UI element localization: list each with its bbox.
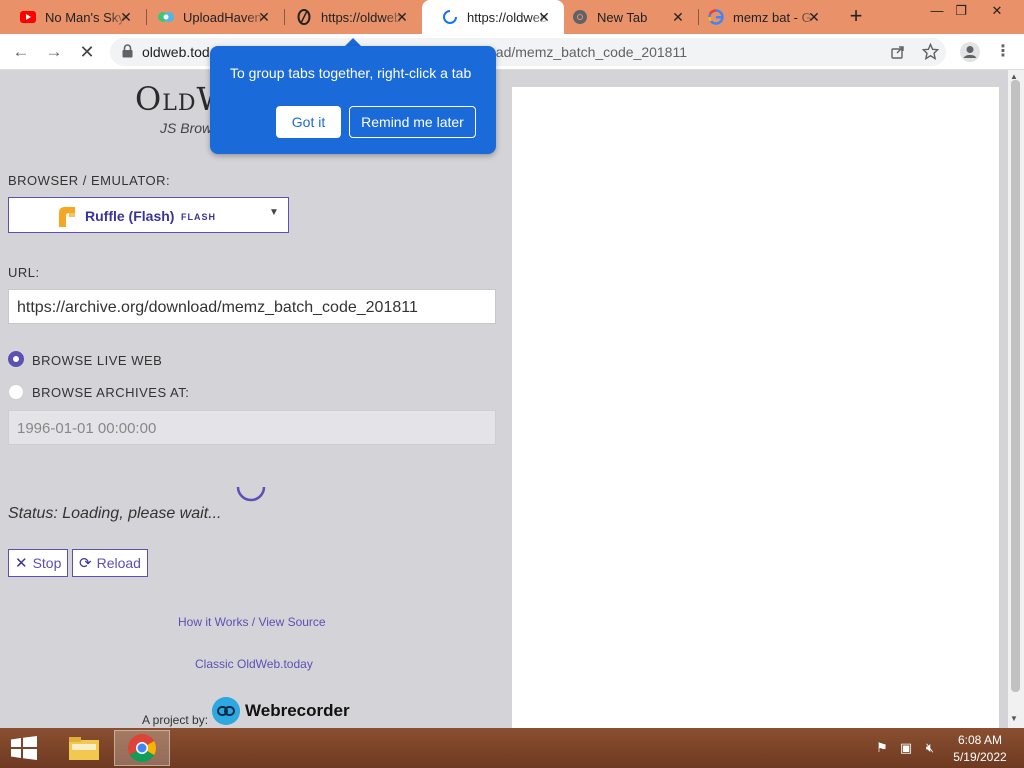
tab-oldweb-active[interactable]: https://oldweb ✕	[422, 0, 564, 34]
google-icon	[708, 9, 724, 25]
radio-archives-label: Browse archives at:	[32, 385, 190, 400]
archive-date-input[interactable]: 1996-01-01 00:00:00	[8, 410, 496, 445]
tab-new-tab[interactable]: New Tab ✕	[552, 0, 698, 34]
emulator-select[interactable]: Ruffle (Flash) FLASH ▼	[8, 197, 289, 233]
profile-avatar-icon[interactable]	[959, 41, 981, 63]
new-tab-button[interactable]: +	[844, 5, 868, 29]
tab-google-memz[interactable]: memz bat - G ✕	[688, 0, 834, 34]
ruffle-icon	[59, 207, 75, 227]
reload-label: Reload	[96, 555, 141, 571]
close-icon[interactable]: ✕	[806, 9, 822, 25]
scroll-down-arrow-icon[interactable]: ▼	[1010, 714, 1018, 723]
reload-icon: ⟳	[79, 555, 92, 572]
close-icon[interactable]: ✕	[670, 9, 686, 25]
classic-oldweb-link[interactable]: Classic OldWeb.today	[195, 657, 313, 671]
remind-later-button[interactable]: Remind me later	[349, 106, 476, 138]
tab-strip: No Man's Sky ✕ UploadHaven ✕ https://old…	[0, 0, 1024, 34]
menu-kebab-icon[interactable]: ⋮	[992, 41, 1014, 63]
url-input[interactable]: https://archive.org/download/memz_batch_…	[8, 289, 496, 324]
popup-text: To group tabs together, right-click a ta…	[230, 65, 472, 81]
network-icon[interactable]: ▣	[898, 740, 914, 756]
bookmark-star-icon[interactable]	[922, 43, 939, 60]
web-page: OldW JS Brow Browser / Emulator: Ruffle …	[0, 70, 1024, 728]
forward-arrow-icon[interactable]: →	[43, 41, 65, 63]
status-text: Status: Loading, please wait...	[8, 505, 222, 522]
emulator-viewport[interactable]	[512, 87, 999, 728]
url-text-end: oad/memz_batch_code_201811	[488, 44, 688, 60]
reload-button[interactable]: ⟳ Reload	[72, 549, 148, 577]
browser-emulator-label: Browser / Emulator:	[8, 173, 171, 188]
youtube-icon	[20, 9, 36, 25]
loading-spinner-icon	[442, 9, 458, 25]
oldweb-icon	[296, 9, 312, 25]
close-icon[interactable]: ✕	[394, 9, 410, 25]
project-by-label: A project by:	[142, 713, 209, 727]
flag-notification-icon[interactable]: ⚑	[874, 740, 890, 756]
got-it-button[interactable]: Got it	[276, 106, 341, 138]
webrecorder-logo-icon[interactable]	[212, 697, 240, 725]
tab-title: memz bat - G	[733, 9, 812, 25]
chrome-icon	[128, 734, 156, 762]
taskbar-file-explorer[interactable]	[56, 730, 112, 766]
browser-toolbar: ← → ✕ oldweb.tod oad/memz_batch_code_201…	[0, 34, 1024, 70]
uploadhaven-icon	[158, 9, 174, 25]
chrome-icon	[572, 9, 588, 25]
close-icon[interactable]: ✕	[118, 9, 134, 25]
share-icon[interactable]	[890, 44, 906, 60]
tab-no-mans-sky[interactable]: No Man's Sky ✕	[0, 0, 146, 34]
stop-button[interactable]: ✕ Stop	[8, 549, 69, 577]
close-icon[interactable]: ✕	[256, 9, 272, 25]
clock-date[interactable]: 5/19/2022	[952, 750, 1008, 764]
how-it-works-link[interactable]: How it Works / View Source	[178, 615, 326, 629]
back-arrow-icon[interactable]: ←	[10, 41, 32, 63]
stop-loading-icon[interactable]: ✕	[76, 41, 98, 63]
tab-groups-popup: To group tabs together, right-click a ta…	[210, 46, 496, 154]
chevron-down-icon: ▼	[269, 207, 279, 218]
scrollbar-thumb[interactable]	[1011, 80, 1020, 692]
volume-muted-icon[interactable]: 🔇︎	[922, 740, 938, 756]
popup-arrow	[345, 38, 361, 46]
tab-uploadhaven[interactable]: UploadHaven ✕	[138, 0, 284, 34]
close-icon[interactable]: ✕	[536, 9, 552, 25]
close-window-button[interactable]: ✕	[982, 0, 1012, 22]
emulator-tag: FLASH	[181, 212, 216, 222]
folder-icon	[69, 737, 99, 760]
windows-taskbar: ⚑ ▣ 🔇︎ 6:08 AM 5/19/2022	[0, 728, 1024, 768]
scroll-up-arrow-icon[interactable]: ▲	[1010, 72, 1018, 81]
loading-spinner-icon	[236, 486, 266, 502]
url-label: URL:	[8, 265, 40, 280]
close-icon: ✕	[15, 555, 28, 572]
restore-button[interactable]: ❐	[946, 0, 976, 22]
lock-icon	[122, 44, 133, 58]
stop-label: Stop	[32, 555, 62, 571]
tab-title: https://oldweb	[321, 9, 402, 25]
radio-archives[interactable]	[8, 384, 24, 400]
webrecorder-link[interactable]: Webrecorder	[245, 701, 350, 721]
emulator-selected: Ruffle (Flash)	[85, 208, 175, 224]
tab-title: New Tab	[597, 9, 648, 25]
url-text-start: oldweb.tod	[142, 44, 210, 60]
clock-time[interactable]: 6:08 AM	[952, 733, 1008, 747]
radio-live-web[interactable]	[8, 351, 24, 367]
radio-live-web-label: Browse live web	[32, 353, 163, 368]
windows-start-icon[interactable]	[10, 736, 38, 760]
taskbar-chrome[interactable]	[114, 730, 170, 766]
logo-subtitle: JS Brow	[160, 120, 213, 136]
tab-oldweb-1[interactable]: https://oldweb ✕	[276, 0, 422, 34]
tab-title: UploadHaven	[183, 9, 262, 25]
tab-title: No Man's Sky	[45, 9, 125, 25]
